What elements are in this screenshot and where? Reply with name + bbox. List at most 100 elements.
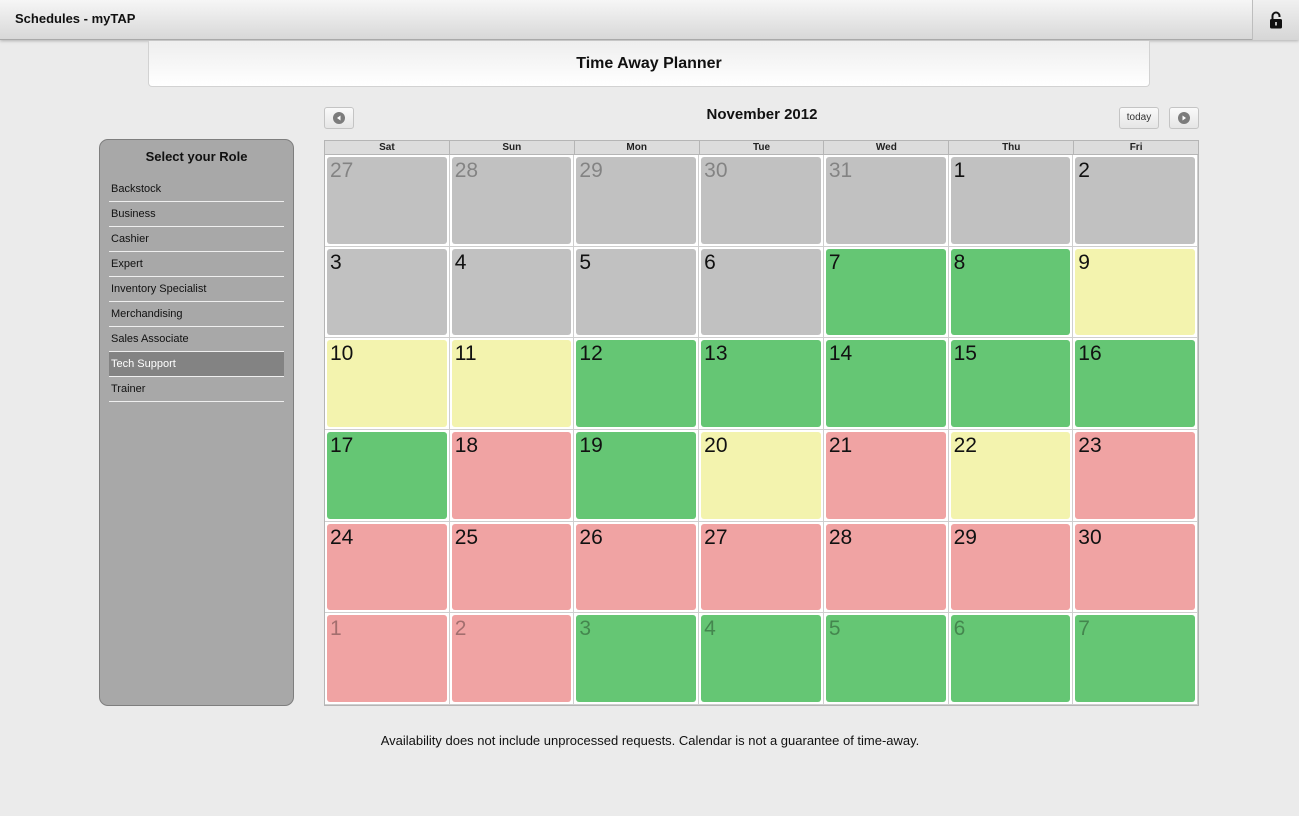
day-number: 6 bbox=[701, 248, 821, 336]
calendar-day-cell[interactable]: 19 bbox=[574, 429, 700, 522]
calendar-day-cell[interactable]: 6 bbox=[948, 613, 1074, 705]
calendar-day-cell[interactable]: 7 bbox=[823, 246, 949, 339]
weekday-sat: Sat bbox=[325, 141, 450, 154]
calendar-day-cell[interactable]: 26 bbox=[574, 521, 700, 614]
calendar-day-cell[interactable]: 17 bbox=[325, 429, 450, 522]
prev-month-button[interactable] bbox=[324, 107, 354, 129]
day-number: 7 bbox=[1075, 615, 1195, 702]
calendar-day-cell[interactable]: 27 bbox=[325, 155, 450, 247]
role-item-sales-associate[interactable]: Sales Associate bbox=[109, 327, 284, 352]
role-sidebar: Select your Role Backstock Business Cashie… bbox=[99, 139, 294, 706]
calendar-day-cell[interactable]: 8 bbox=[948, 246, 1074, 339]
calendar-day-cell[interactable]: 9 bbox=[1073, 246, 1198, 339]
calendar-day-cell[interactable]: 29 bbox=[948, 521, 1074, 614]
calendar-day-cell[interactable]: 4 bbox=[699, 613, 824, 705]
role-item-cashier[interactable]: Cashier bbox=[109, 227, 284, 252]
calendar-day-cell[interactable]: 22 bbox=[948, 429, 1074, 522]
calendar-day-cell[interactable]: 30 bbox=[1073, 521, 1198, 614]
day-number: 24 bbox=[327, 523, 447, 611]
day-number: 1 bbox=[950, 157, 1071, 244]
today-button[interactable]: today bbox=[1119, 107, 1159, 129]
next-month-button[interactable] bbox=[1169, 107, 1199, 129]
day-number: 26 bbox=[576, 523, 697, 611]
day-number: 17 bbox=[327, 431, 447, 519]
availability-note: Availability does not include unprocesse… bbox=[380, 733, 920, 748]
calendar-day-cell[interactable]: 6 bbox=[699, 246, 824, 339]
calendar-day-cell[interactable]: 12 bbox=[574, 338, 700, 430]
role-item-business[interactable]: Business bbox=[109, 202, 284, 227]
role-item-inventory-specialist[interactable]: Inventory Specialist bbox=[109, 277, 284, 302]
calendar-day-cell[interactable]: 10 bbox=[325, 338, 450, 430]
day-number: 15 bbox=[950, 340, 1071, 427]
calendar-day-cell[interactable]: 23 bbox=[1073, 429, 1198, 522]
sidebar-title: Select your Role bbox=[145, 149, 248, 164]
day-number: 3 bbox=[327, 248, 447, 336]
day-number: 29 bbox=[950, 523, 1071, 611]
calendar-day-cell[interactable]: 5 bbox=[574, 246, 700, 339]
app-title: Schedules - myTAP bbox=[15, 11, 136, 26]
day-number: 1 bbox=[327, 615, 447, 702]
calendar-day-cell[interactable]: 29 bbox=[574, 155, 700, 247]
day-number: 28 bbox=[825, 523, 946, 611]
role-item-expert[interactable]: Expert bbox=[109, 252, 284, 277]
day-number: 5 bbox=[576, 248, 697, 336]
calendar-day-cell[interactable]: 25 bbox=[449, 521, 575, 614]
day-number: 9 bbox=[1075, 248, 1195, 336]
calendar-day-cell[interactable]: 11 bbox=[449, 338, 575, 430]
calendar-day-cell[interactable]: 1 bbox=[325, 613, 450, 705]
day-number: 18 bbox=[451, 431, 572, 519]
day-number: 13 bbox=[701, 340, 821, 427]
calendar-day-cell[interactable]: 27 bbox=[699, 521, 824, 614]
lock-button[interactable] bbox=[1252, 0, 1299, 40]
weekday-tue: Tue bbox=[700, 141, 825, 154]
day-number: 29 bbox=[576, 157, 697, 244]
role-item-backstock[interactable]: Backstock bbox=[109, 177, 284, 202]
day-number: 2 bbox=[1075, 157, 1195, 244]
calendar-day-cell[interactable]: 31 bbox=[823, 155, 949, 247]
day-number: 5 bbox=[825, 615, 946, 702]
calendar-day-cell[interactable]: 13 bbox=[699, 338, 824, 430]
calendar-day-cell[interactable]: 2 bbox=[449, 613, 575, 705]
weekday-wed: Wed bbox=[824, 141, 950, 154]
day-number: 21 bbox=[825, 431, 946, 519]
calendar-day-cell[interactable]: 2 bbox=[1073, 155, 1198, 247]
day-number: 28 bbox=[451, 157, 572, 244]
day-number: 3 bbox=[576, 615, 697, 702]
calendar-day-cell[interactable]: 14 bbox=[823, 338, 949, 430]
day-number: 22 bbox=[950, 431, 1071, 519]
lock-icon bbox=[1270, 11, 1282, 29]
chevron-left-icon bbox=[333, 112, 345, 124]
calendar-day-cell[interactable]: 28 bbox=[449, 155, 575, 247]
calendar-day-cell[interactable]: 15 bbox=[948, 338, 1074, 430]
day-number: 10 bbox=[327, 340, 447, 427]
day-number: 4 bbox=[451, 248, 572, 336]
calendar-grid: Sat Sun Mon Tue Wed Thu Fri 27 28 29 30 31 1 2 3 4 5 6 7 8… bbox=[324, 140, 1199, 706]
day-number: 27 bbox=[327, 157, 447, 244]
calendar-day-cell[interactable]: 4 bbox=[449, 246, 575, 339]
role-item-merchandising[interactable]: Merchandising bbox=[109, 302, 284, 327]
calendar-day-cell[interactable]: 20 bbox=[699, 429, 824, 522]
calendar-day-cell[interactable]: 24 bbox=[325, 521, 450, 614]
calendar-day-cell[interactable]: 7 bbox=[1073, 613, 1198, 705]
day-number: 11 bbox=[451, 340, 572, 427]
calendar-day-cell[interactable]: 5 bbox=[823, 613, 949, 705]
calendar-day-cell[interactable]: 16 bbox=[1073, 338, 1198, 430]
day-number: 4 bbox=[701, 615, 821, 702]
day-number: 12 bbox=[576, 340, 697, 427]
calendar-day-cell[interactable]: 21 bbox=[823, 429, 949, 522]
weekday-mon: Mon bbox=[575, 141, 700, 154]
calendar-day-cell[interactable]: 3 bbox=[574, 613, 700, 705]
calendar-day-cell[interactable]: 18 bbox=[449, 429, 575, 522]
role-item-tech-support[interactable]: Tech Support bbox=[109, 352, 284, 377]
day-number: 8 bbox=[950, 248, 1071, 336]
calendar-day-cell[interactable]: 30 bbox=[699, 155, 824, 247]
page-title: Time Away Planner bbox=[576, 54, 722, 72]
day-number: 2 bbox=[451, 615, 572, 702]
header-panel: Time Away Planner bbox=[148, 41, 1150, 87]
calendar-day-cell[interactable]: 1 bbox=[948, 155, 1074, 247]
calendar-day-cell[interactable]: 28 bbox=[823, 521, 949, 614]
calendar-day-cell[interactable]: 3 bbox=[325, 246, 450, 339]
weekday-sun: Sun bbox=[450, 141, 575, 154]
weekday-thu: Thu bbox=[949, 141, 1075, 154]
role-item-trainer[interactable]: Trainer bbox=[109, 377, 284, 402]
